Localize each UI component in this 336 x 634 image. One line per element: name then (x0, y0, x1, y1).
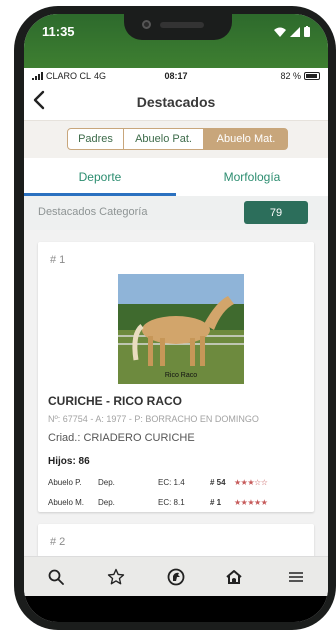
home-icon (226, 570, 242, 584)
table-row: Abuelo P. Dep. EC: 1.4 # 54 ★★★☆☆ (48, 478, 304, 490)
row-rank: # 54 (210, 478, 226, 487)
os-status-bar: 11:35 (24, 14, 328, 68)
results-list[interactable]: # 1 Rico Raco CURICHE - RICO RACO Nº: 67… (24, 230, 328, 556)
star-rating-icon: ★★★★★ (234, 498, 268, 507)
app-header: Destacados (24, 84, 328, 120)
segment-abuelo-mat[interactable]: Abuelo Mat. (204, 128, 288, 150)
row-name: Abuelo P. (48, 478, 82, 487)
nav-search-button[interactable] (46, 567, 66, 587)
camera (142, 20, 151, 29)
cell-signal-icon (290, 24, 300, 42)
segment-padres[interactable]: Padres (67, 128, 124, 150)
horse-breeder: Criad.: CRIADERO CURICHE (48, 432, 195, 444)
list-item[interactable]: # 2 (38, 524, 314, 556)
star-icon (107, 568, 125, 585)
bottom-navigation (24, 556, 328, 596)
speaker (160, 22, 204, 28)
category-summary: Destacados Categoría 79 (24, 196, 328, 230)
lineage-segmented-control: Padres Abuelo Pat. Abuelo Mat. (24, 120, 328, 158)
os-icons (274, 24, 310, 42)
nav-favorites-button[interactable] (106, 567, 126, 587)
os-time: 11:35 (42, 24, 75, 39)
star-rating-icon: ★★★☆☆ (234, 478, 268, 487)
category-count-badge: 79 (244, 201, 308, 224)
page-title: Destacados (136, 94, 216, 110)
row-dep: Dep. (98, 478, 115, 487)
battery-percent: 82 % (280, 71, 301, 81)
nav-home-button[interactable] (224, 567, 244, 587)
horse-name: CURICHE - RICO RACO (48, 394, 182, 408)
row-rank: # 1 (210, 498, 222, 507)
horse-meta: Nº: 67754 - A: 1977 - P: BORRACHO EN DOM… (48, 414, 259, 424)
offspring-count: Hijos: 86 (48, 456, 90, 467)
row-name: Abuelo M. (48, 498, 85, 507)
list-item[interactable]: # 1 Rico Raco CURICHE - RICO RACO Nº: 67… (38, 242, 314, 512)
row-dep: Dep. (98, 498, 115, 507)
device-bottom-bar (24, 596, 328, 622)
category-label: Destacados Categoría (38, 206, 148, 218)
horse-photo: Rico Raco (118, 274, 244, 384)
segment-abuelo-pat[interactable]: Abuelo Pat. (124, 128, 204, 150)
tab-deporte[interactable]: Deporte (24, 158, 176, 196)
battery-level-icon (304, 72, 320, 80)
photo-caption: Rico Raco (165, 372, 197, 379)
nav-menu-button[interactable] (286, 567, 306, 587)
row-ec: EC: 1.4 (158, 478, 185, 487)
battery-icon (304, 24, 310, 42)
tab-morfologia[interactable]: Morfología (176, 158, 328, 196)
card-rank: # 2 (50, 536, 66, 548)
device-status-bar: CLARO CL 4G 08:17 82 % (24, 68, 328, 84)
search-icon (48, 569, 64, 585)
table-row: Abuelo M. Dep. EC: 8.1 # 1 ★★★★★ (48, 498, 304, 510)
menu-icon (289, 572, 303, 582)
row-ec: EC: 8.1 (158, 498, 185, 507)
card-rank: # 1 (50, 254, 66, 266)
battery-status: 82 % (280, 71, 320, 81)
nav-logo-button[interactable] (166, 567, 186, 587)
horse-logo-icon (167, 568, 185, 586)
phone-screen: 11:35 CLARO CL 4G 08:17 82 % Destacados … (24, 14, 328, 622)
wifi-icon (274, 24, 286, 42)
category-tabs: Deporte Morfología (24, 158, 328, 196)
